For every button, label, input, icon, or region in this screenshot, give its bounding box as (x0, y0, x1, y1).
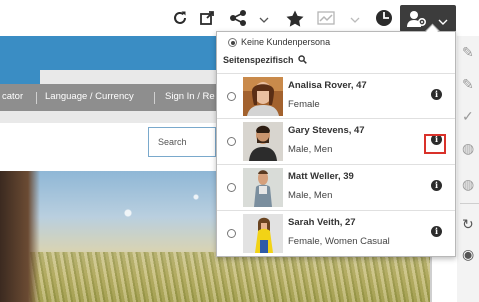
clock-icon[interactable] (374, 8, 394, 28)
world-icon[interactable]: ◉ (462, 246, 478, 262)
share-chevron-down-icon[interactable] (259, 12, 269, 23)
persona-radio[interactable] (227, 183, 236, 192)
star-icon[interactable] (285, 8, 305, 28)
radio-no-persona[interactable] (228, 38, 237, 47)
sync-icon[interactable]: ↻ (462, 216, 478, 232)
chart-chevron-down-icon (350, 12, 360, 23)
nav-link-locator[interactable]: cator (2, 91, 23, 102)
persona-name: Sarah Veith, 27 (288, 217, 356, 228)
persona-name: Gary Stevens, 47 (288, 125, 365, 136)
page-specific-label: Seitenspezifisch (223, 55, 307, 65)
search-placeholder: Search (158, 137, 187, 147)
share-icon[interactable] (228, 8, 248, 28)
persona-row-analisa[interactable]: Analisa Rover, 47 Female i (217, 74, 455, 118)
avatar (243, 214, 283, 253)
persona-row-gary[interactable]: Gary Stevens, 47 Male, Men i (217, 119, 455, 163)
info-icon[interactable]: i (431, 180, 442, 191)
nav-accent (0, 70, 40, 84)
search-input[interactable]: Search (148, 127, 216, 157)
search-icon (298, 55, 307, 64)
persona-icon (407, 10, 427, 33)
chart-icon (316, 8, 336, 28)
persona-description: Male, Men (288, 144, 333, 155)
persona-radio[interactable] (227, 229, 236, 238)
hero-person-hair (0, 171, 40, 302)
link-icon[interactable]: ✎ (462, 44, 478, 60)
nav-separator (36, 92, 37, 104)
avatar (243, 122, 283, 161)
nav-link-language-currency[interactable]: Language / Currency (45, 91, 134, 102)
persona-description: Female, Women Casual (288, 236, 390, 247)
nav-separator (154, 92, 155, 104)
persona-name: Matt Weller, 39 (288, 171, 354, 182)
persona-row-sarah[interactable]: Sarah Veith, 27 Female, Women Casual i (217, 211, 455, 255)
pencil-icon[interactable]: ✎ (462, 76, 478, 92)
globe-settings-icon[interactable]: ◍ (462, 176, 478, 192)
refresh-icon[interactable] (170, 8, 190, 28)
persona-row-matt[interactable]: Matt Weller, 39 Male, Men i (217, 165, 455, 209)
external-link-icon[interactable] (197, 8, 217, 28)
persona-name: Analisa Rover, 47 (288, 80, 367, 91)
nav-link-sign-in[interactable]: Sign In / Re (165, 91, 215, 102)
panel-divider (460, 203, 479, 204)
avatar (243, 168, 283, 207)
avatar (243, 77, 283, 116)
persona-chevron-down-icon (438, 14, 448, 32)
hero-grass (0, 252, 430, 302)
persona-radio[interactable] (227, 137, 236, 146)
no-persona-label[interactable]: Keine Kundenpersona (241, 37, 330, 47)
info-icon[interactable]: i (431, 89, 442, 100)
globe-icon[interactable]: ◍ (462, 140, 478, 156)
check-icon[interactable]: ✓ (462, 108, 478, 124)
info-icon[interactable]: i (431, 226, 442, 237)
info-highlight (424, 134, 446, 154)
persona-description: Male, Men (288, 190, 333, 201)
persona-description: Female (288, 99, 320, 110)
persona-radio[interactable] (227, 92, 236, 101)
